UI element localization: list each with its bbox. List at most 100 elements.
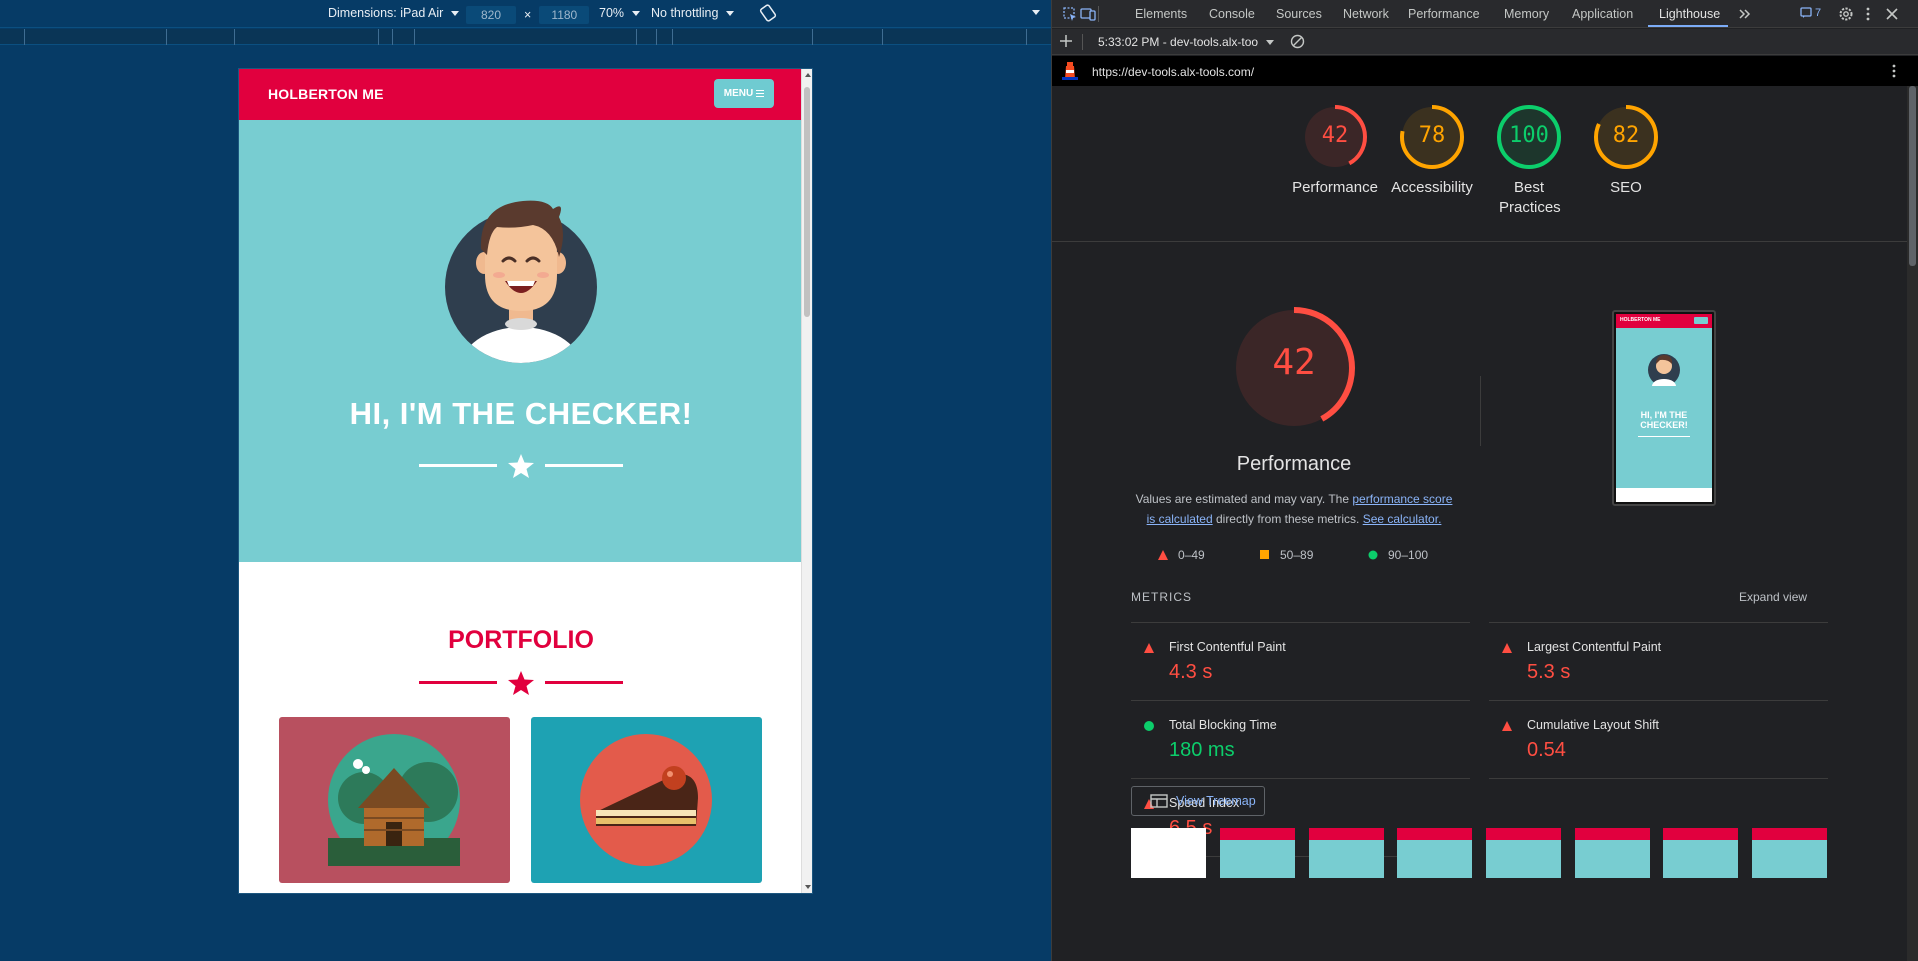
triangle-icon xyxy=(1158,550,1168,560)
treemap-icon xyxy=(1150,794,1168,808)
thumb-footer xyxy=(1616,488,1712,502)
metric-value: 180 ms xyxy=(1169,739,1235,761)
metric-tbt: Total Blocking Time 180 ms xyxy=(1131,700,1470,778)
expand-view-toggle[interactable]: Expand view xyxy=(1739,590,1807,604)
portfolio-card-cake[interactable] xyxy=(531,717,762,883)
divider-line xyxy=(419,464,497,467)
toolbar-divider xyxy=(1098,6,1099,22)
lighthouse-toolbar: 5:33:02 PM - dev-tools.alx-too xyxy=(1052,29,1918,55)
thumb-avatar xyxy=(1648,354,1680,386)
inspect-element-icon[interactable] xyxy=(1062,6,1078,22)
metric-divider xyxy=(1489,778,1828,779)
cake-icon xyxy=(580,734,712,866)
thumb-brand: HOLBERTON ME xyxy=(1620,317,1661,323)
tab-application[interactable]: Application xyxy=(1572,7,1633,21)
metric-name: Cumulative Layout Shift xyxy=(1527,718,1660,732)
report-scrollbar[interactable] xyxy=(1907,86,1918,961)
rotate-icon[interactable] xyxy=(759,4,777,22)
ruler-tick xyxy=(882,29,883,45)
throttling-label: No throttling xyxy=(651,6,719,20)
legend-label: 0–49 xyxy=(1178,548,1205,562)
clear-icon[interactable] xyxy=(1290,34,1305,49)
kebab-menu-icon[interactable] xyxy=(1892,63,1896,79)
gauge-performance[interactable]: 42 Performance xyxy=(1287,104,1383,198)
tab-performance[interactable]: Performance xyxy=(1408,7,1480,21)
close-icon[interactable] xyxy=(1884,6,1900,22)
scroll-up-icon[interactable] xyxy=(805,73,811,77)
hero-divider xyxy=(419,453,623,478)
gauge-score: 82 xyxy=(1612,123,1640,148)
square-icon xyxy=(1260,550,1269,559)
thumb-menu xyxy=(1694,317,1708,324)
divider-line xyxy=(545,464,623,467)
scroll-down-icon[interactable] xyxy=(805,885,811,889)
chevron-down-icon xyxy=(726,10,735,16)
performance-title: Performance xyxy=(1236,453,1352,475)
chevron-down-icon xyxy=(1032,10,1040,15)
metric-fcp: First Contentful Paint 4.3 s xyxy=(1131,622,1470,700)
view-treemap-button[interactable]: View Treemap xyxy=(1131,786,1265,816)
portfolio-divider xyxy=(419,670,623,695)
gauge-score: 78 xyxy=(1418,123,1446,148)
metric-cls: Cumulative Layout Shift 0.54 xyxy=(1489,700,1828,778)
throttling-select[interactable]: No throttling xyxy=(651,6,735,20)
ruler-tick xyxy=(234,29,235,45)
report-select[interactable]: 5:33:02 PM - dev-tools.alx-too xyxy=(1098,35,1275,49)
legend-label: 90–100 xyxy=(1388,548,1429,562)
hero-title: HI, I'M THE CHECKER! xyxy=(349,396,693,431)
gear-icon[interactable] xyxy=(1838,6,1854,22)
more-tabs-icon[interactable] xyxy=(1737,6,1753,22)
tab-lighthouse[interactable]: Lighthouse xyxy=(1659,7,1720,21)
scrollbar-thumb[interactable] xyxy=(804,87,810,317)
cabin-icon xyxy=(328,734,460,866)
vertical-divider xyxy=(1480,376,1481,446)
viewport-height-input[interactable]: 1180 xyxy=(539,6,590,24)
divider-line xyxy=(545,681,623,684)
more-options-icon[interactable] xyxy=(1028,10,1040,15)
hero-section: HI, I'M THE CHECKER! xyxy=(239,120,803,562)
filmstrip-frame xyxy=(1131,828,1206,878)
ruler-tick xyxy=(392,29,393,45)
tab-console[interactable]: Console xyxy=(1209,7,1255,21)
plus-icon[interactable] xyxy=(1059,34,1073,48)
see-calculator-link[interactable]: See calculator. xyxy=(1363,512,1442,526)
chevron-down-icon xyxy=(451,10,460,16)
gauge-label: SEO xyxy=(1610,179,1642,196)
tab-network[interactable]: Network xyxy=(1343,7,1389,21)
report-url[interactable]: https://dev-tools.alx-tools.com/ xyxy=(1092,65,1254,79)
size-separator: × xyxy=(524,8,532,22)
gauge-seo[interactable]: 82 SEO xyxy=(1578,104,1674,198)
pass-circle-icon xyxy=(1144,721,1154,731)
ruler-tick xyxy=(656,29,657,45)
tab-sources[interactable]: Sources xyxy=(1276,7,1322,21)
metric-value: 0.54 xyxy=(1527,739,1566,761)
portfolio-title: PORTFOLIO xyxy=(448,626,594,654)
device-toggle-icon[interactable] xyxy=(1080,6,1096,22)
legend-label: 50–89 xyxy=(1280,548,1314,562)
tab-memory[interactable]: Memory xyxy=(1504,7,1549,21)
zoom-select[interactable]: 70% xyxy=(599,6,641,20)
filmstrip-frame xyxy=(1752,828,1827,878)
metric-value: 5.3 s xyxy=(1527,661,1571,683)
zoom-label: 70% xyxy=(599,6,625,20)
ruler-tick xyxy=(1026,29,1027,45)
frame-header xyxy=(1397,828,1472,840)
page-scrollbar[interactable] xyxy=(801,69,812,893)
filmstrip-frame xyxy=(1663,828,1738,878)
gauge-accessibility[interactable]: 78 Accessibility xyxy=(1384,104,1480,198)
issues-badge[interactable]: 7 xyxy=(1800,7,1821,19)
viewport-width-input[interactable]: 820 xyxy=(466,6,516,24)
scrollbar-thumb[interactable] xyxy=(1909,86,1916,266)
site-brand[interactable]: HOLBERTON ME xyxy=(268,86,384,102)
portfolio-card-cabin[interactable] xyxy=(279,717,510,883)
gauge-label: Accessibility xyxy=(1391,179,1473,196)
ruler-tick xyxy=(414,29,415,45)
tab-elements[interactable]: Elements xyxy=(1135,7,1187,21)
device-dimensions-select[interactable]: Dimensions: iPad Air xyxy=(328,6,460,20)
final-screenshot[interactable]: HOLBERTON ME HI, I'M THE CHECKER! xyxy=(1612,310,1716,506)
filmstrip-frame xyxy=(1575,828,1650,878)
menu-button[interactable]: MENU xyxy=(714,79,774,108)
kebab-menu-icon[interactable] xyxy=(1860,6,1876,22)
gauge-label: Best Practices xyxy=(1499,179,1561,216)
gauge-best-practices[interactable]: 100 Best Practices xyxy=(1481,104,1577,218)
